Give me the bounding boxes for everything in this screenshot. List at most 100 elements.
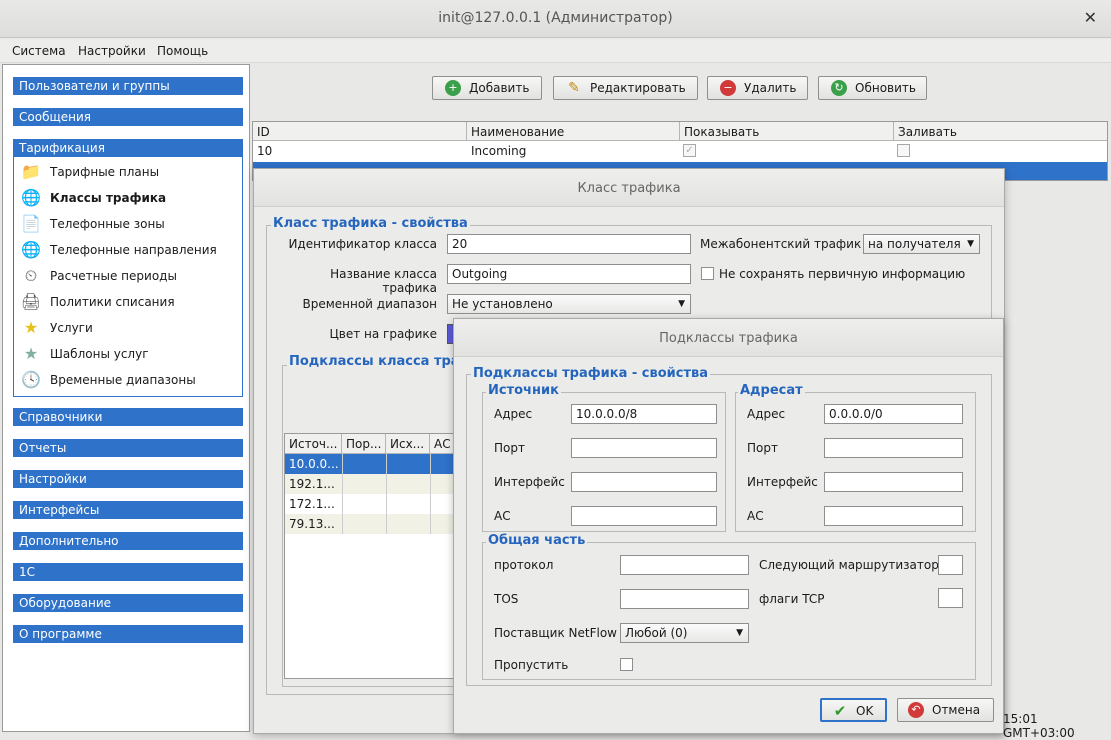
column-header-source[interactable]: Источ... bbox=[285, 434, 342, 454]
class-name-input[interactable]: Outgoing bbox=[447, 264, 691, 284]
nav-tariffication-group: 📁 Тарифные планы 🌐 Классы трафика 📄 Теле… bbox=[13, 157, 243, 397]
cell-source: 10.0.0... bbox=[289, 457, 339, 471]
chart-color-label: Цвет на графике bbox=[329, 327, 437, 341]
nav-item-label: Временные диапазоны bbox=[50, 373, 196, 387]
menu-help[interactable]: Помощь bbox=[157, 44, 208, 58]
service-template-icon: ★ bbox=[23, 344, 39, 363]
next-router-input[interactable] bbox=[938, 555, 963, 575]
nav-item-billing-periods[interactable]: ⏲ Расчетные периоды bbox=[20, 265, 240, 287]
minus-icon: − bbox=[720, 80, 736, 96]
nav-item-label: Политики списания bbox=[50, 295, 175, 309]
traffic-class-properties-legend: Класс трафика - свойства bbox=[271, 216, 470, 231]
no-save-checkbox[interactable] bbox=[701, 267, 714, 280]
dest-interface-input[interactable] bbox=[824, 472, 963, 492]
nav-item-label: Услуги bbox=[50, 321, 93, 335]
nav-section-interfaces[interactable]: Интерфейсы bbox=[13, 501, 243, 519]
source-legend: Источник bbox=[486, 383, 561, 398]
refresh-button-label: Обновить bbox=[855, 81, 916, 95]
inter-subscriber-label: Межабонентский трафик bbox=[700, 237, 862, 251]
refresh-button[interactable]: ↻ Обновить bbox=[818, 76, 927, 100]
column-header-name[interactable]: Наименование bbox=[467, 122, 680, 141]
nav-section-tariffication[interactable]: Тарификация bbox=[13, 139, 243, 157]
traffic-class-icon: 🌐 bbox=[21, 188, 41, 207]
tos-input[interactable] bbox=[620, 589, 749, 609]
dest-port-input[interactable] bbox=[824, 438, 963, 458]
billing-period-icon: ⏲ bbox=[24, 266, 38, 285]
dest-interface-label: Интерфейс bbox=[747, 475, 818, 489]
edit-button-label: Редактировать bbox=[590, 81, 686, 95]
nav-item-phone-directions[interactable]: 🌐 Телефонные направления bbox=[20, 239, 240, 261]
nav-item-write-off-policies[interactable]: 🖨 Политики списания bbox=[20, 291, 240, 313]
window-title-bar[interactable]: init@127.0.0.1 (Администратор) ✕ bbox=[0, 0, 1111, 38]
dest-address-input[interactable]: 0.0.0.0/0 bbox=[824, 404, 963, 424]
nav-section-messages[interactable]: Сообщения bbox=[13, 108, 243, 126]
time-range-select[interactable]: Не установлено ▼ bbox=[447, 294, 691, 314]
table-row[interactable]: 172.1... bbox=[285, 494, 453, 514]
class-id-label: Идентификатор класса bbox=[288, 237, 437, 251]
nav-item-time-ranges[interactable]: 🕓 Временные диапазоны bbox=[20, 369, 240, 391]
column-header-port[interactable]: Пор... bbox=[342, 434, 386, 454]
table-row[interactable]: 79.13... bbox=[285, 514, 453, 534]
column-header-show[interactable]: Показывать bbox=[680, 122, 894, 141]
cancel-button[interactable]: ↶ Отмена bbox=[897, 698, 994, 722]
menu-system[interactable]: Система bbox=[12, 44, 66, 58]
next-router-label: Следующий маршрутизатор bbox=[759, 558, 939, 572]
nav-item-label: Расчетные периоды bbox=[50, 269, 177, 283]
nav-section-directories[interactable]: Справочники bbox=[13, 408, 243, 426]
delete-button-label: Удалить bbox=[744, 81, 797, 95]
class-name-label: Название класса трафика bbox=[330, 267, 437, 295]
nav-section-users[interactable]: Пользователи и группы bbox=[13, 77, 243, 95]
table-row[interactable]: 10 Incoming ✓ bbox=[253, 141, 1107, 161]
source-as-input[interactable] bbox=[571, 506, 717, 526]
pencil-icon: ✎ bbox=[568, 80, 580, 96]
netflow-provider-select[interactable]: Любой (0) ▼ bbox=[620, 623, 749, 643]
nav-item-phone-zones[interactable]: 📄 Телефонные зоны bbox=[20, 213, 240, 235]
edit-button[interactable]: ✎ Редактировать bbox=[553, 76, 698, 100]
close-icon[interactable]: ✕ bbox=[1084, 8, 1097, 27]
nav-section-settings[interactable]: Настройки bbox=[13, 470, 243, 488]
column-header-outgoing[interactable]: Исх... bbox=[386, 434, 430, 454]
show-checkbox[interactable]: ✓ bbox=[683, 144, 696, 157]
nav-item-label: Шаблоны услуг bbox=[50, 347, 149, 361]
add-button[interactable]: + Добавить bbox=[432, 76, 542, 100]
column-header-as[interactable]: АС bbox=[430, 434, 455, 454]
source-as-label: АС bbox=[494, 509, 511, 523]
tos-label: TOS bbox=[494, 592, 519, 606]
ok-button[interactable]: ✔ OK bbox=[820, 698, 887, 722]
column-header-fill[interactable]: Заливать bbox=[894, 122, 1107, 141]
nav-section-1c[interactable]: 1С bbox=[13, 563, 243, 581]
column-header-id[interactable]: ID bbox=[253, 122, 467, 141]
nav-section-reports[interactable]: Отчеты bbox=[13, 439, 243, 457]
table-row-selected[interactable]: 10.0.0... bbox=[285, 454, 453, 474]
menu-settings[interactable]: Настройки bbox=[78, 44, 146, 58]
table-row[interactable]: 192.1... bbox=[285, 474, 453, 494]
common-legend: Общая часть bbox=[486, 533, 588, 548]
refresh-icon: ↻ bbox=[831, 80, 847, 96]
nav-item-services[interactable]: ★ Услуги bbox=[20, 317, 240, 339]
dest-as-input[interactable] bbox=[824, 506, 963, 526]
tariff-plan-icon: 📁 bbox=[21, 162, 41, 181]
nav-item-label: Телефонные направления bbox=[50, 243, 217, 257]
traffic-class-dialog-title: Класс трафика bbox=[254, 169, 1004, 207]
nav-section-about[interactable]: О программе bbox=[13, 625, 243, 643]
nav-item-tariff-plans[interactable]: 📁 Тарифные планы bbox=[20, 161, 240, 183]
nav-section-equipment[interactable]: Оборудование bbox=[13, 594, 243, 612]
source-port-input[interactable] bbox=[571, 438, 717, 458]
subclass-dialog-title: Подклассы трафика bbox=[454, 319, 1003, 357]
class-id-input[interactable]: 20 bbox=[447, 234, 691, 254]
cell-source: 79.13... bbox=[289, 517, 335, 531]
skip-checkbox[interactable] bbox=[620, 658, 633, 671]
source-address-input[interactable]: 10.0.0.0/8 bbox=[571, 404, 717, 424]
fill-checkbox[interactable] bbox=[897, 144, 910, 157]
nav-item-traffic-classes[interactable]: 🌐 Классы трафика bbox=[20, 187, 240, 209]
delete-button[interactable]: − Удалить bbox=[707, 76, 808, 100]
source-interface-input[interactable] bbox=[571, 472, 717, 492]
nav-section-additional[interactable]: Дополнительно bbox=[13, 532, 243, 550]
tcp-flags-input[interactable] bbox=[938, 588, 963, 608]
nav-item-service-templates[interactable]: ★ Шаблоны услуг bbox=[20, 343, 240, 365]
status-time: 15:01 GMT+03:00 bbox=[1003, 712, 1075, 740]
chevron-down-icon: ▼ bbox=[736, 628, 743, 638]
subclass-dialog: Подклассы трафика Подклассы трафика - св… bbox=[453, 318, 1004, 734]
inter-subscriber-select[interactable]: на получателя ▼ bbox=[863, 234, 980, 254]
protocol-input[interactable] bbox=[620, 555, 749, 575]
